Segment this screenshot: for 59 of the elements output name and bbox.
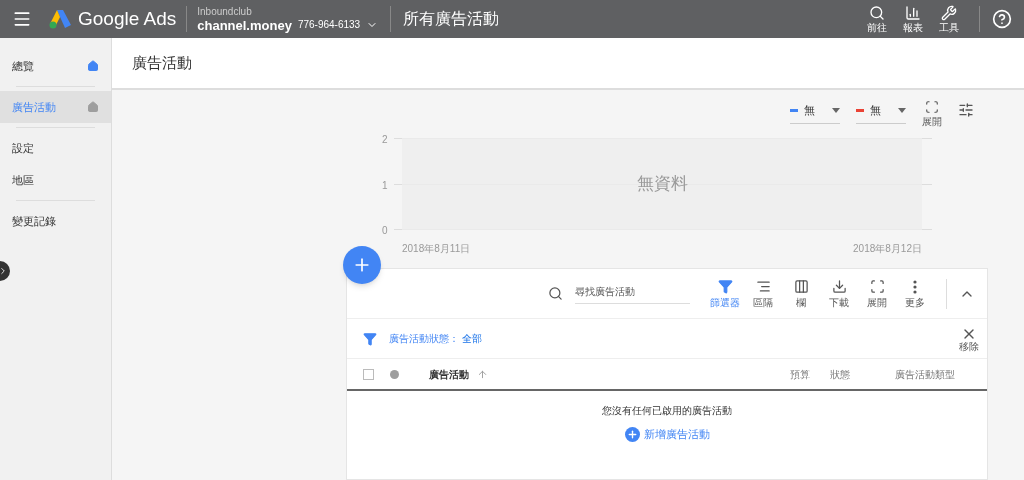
menu-icon[interactable] xyxy=(12,9,32,29)
expand-icon xyxy=(869,279,885,294)
expand-button[interactable]: 展開 xyxy=(922,100,942,129)
page-title: 所有廣告活動 xyxy=(403,9,500,29)
x-axis-label: 2018年8月11日 xyxy=(402,242,471,256)
tool-button[interactable]: 區隔 xyxy=(744,279,782,308)
x-axis-label: 2018年8月12日 xyxy=(853,242,922,256)
filter-icon xyxy=(363,331,377,346)
filter-chip[interactable]: 廣告活動狀態： 全部 xyxy=(389,331,482,346)
more-icon xyxy=(913,279,917,294)
y-tick-label: 0 xyxy=(382,224,388,238)
tool-button[interactable]: 篩選器 xyxy=(706,279,744,308)
chart-plot-area: 無資料 xyxy=(402,138,922,230)
bar-chart-icon xyxy=(905,5,921,21)
toolbar-button[interactable]: 工具 xyxy=(931,5,967,33)
filter-icon xyxy=(717,279,733,294)
column-header[interactable]: 廣告活動 xyxy=(429,366,488,382)
metric-dropdown[interactable]: 無 xyxy=(856,102,906,124)
sidebar-item[interactable]: 設定 xyxy=(0,132,111,164)
new-campaign-link[interactable]: 新增廣告活動 xyxy=(624,426,710,443)
add-button[interactable] xyxy=(343,246,381,284)
wrench-icon xyxy=(941,5,957,21)
sidebar-item[interactable]: 總覽 xyxy=(0,50,111,82)
caret-icon xyxy=(898,107,906,113)
y-tick-label: 1 xyxy=(382,178,388,193)
empty-message: 您沒有任何已啟用的廣告活動 xyxy=(602,404,732,418)
toolbar-button[interactable]: 前往 xyxy=(859,5,895,33)
toolbar-button[interactable]: 報表 xyxy=(895,5,931,33)
account-parent[interactable]: Inboundclub xyxy=(197,6,379,17)
sidebar-item[interactable]: 地區 xyxy=(0,164,111,196)
help-icon[interactable] xyxy=(992,9,1012,29)
tool-button[interactable]: 下載 xyxy=(820,279,858,308)
search-icon xyxy=(869,5,885,21)
search-icon xyxy=(548,286,563,301)
columns-icon xyxy=(793,279,809,294)
column-header[interactable]: 廣告活動類型 xyxy=(895,366,955,382)
y-tick-label: 2 xyxy=(382,133,388,147)
home-icon[interactable] xyxy=(87,60,99,72)
remove-button[interactable]: 移除 xyxy=(959,325,979,352)
search-field[interactable]: 尋找廣告活動 xyxy=(575,283,690,304)
column-header[interactable]: 狀態 xyxy=(830,366,850,382)
plus-icon xyxy=(624,426,640,442)
metric-dropdown[interactable]: 無 xyxy=(790,102,840,124)
tool-button[interactable]: 展開 xyxy=(858,279,896,308)
expand-icon xyxy=(925,100,939,114)
page-heading: 廣告活動 xyxy=(132,52,192,73)
sidebar-item[interactable]: 變更記錄 xyxy=(0,205,111,237)
select-all-checkbox[interactable] xyxy=(363,368,374,380)
product-name: Google Ads xyxy=(78,6,177,31)
caret-icon xyxy=(832,107,840,113)
logo-icon xyxy=(48,9,72,29)
settings-icon[interactable] xyxy=(958,102,974,118)
tool-button[interactable]: 更多 xyxy=(896,279,934,308)
tool-button[interactable]: 欄 xyxy=(782,279,820,308)
segment-icon xyxy=(755,279,771,294)
chevron-icon xyxy=(0,266,8,276)
download-icon xyxy=(831,279,847,294)
account-selector[interactable]: channel.money 776-964-6133 xyxy=(197,18,379,32)
column-header[interactable]: 預算 xyxy=(790,366,810,382)
